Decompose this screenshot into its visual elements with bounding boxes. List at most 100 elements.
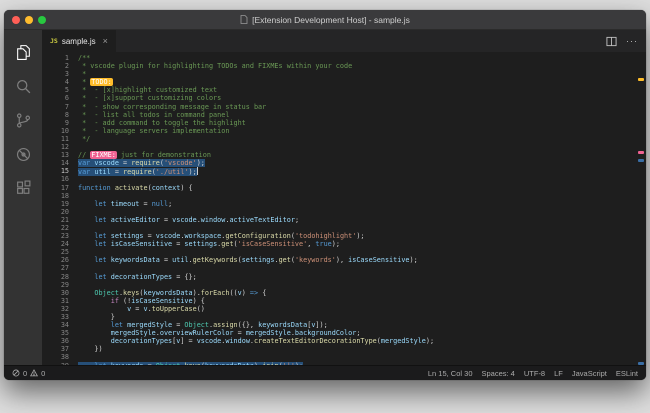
line-number: 7: [64, 102, 69, 111]
code-line[interactable]: 25: [42, 248, 646, 256]
line-number: 13: [60, 151, 69, 160]
code-line[interactable]: 2 * vscode plugin for highlighting TODOs…: [42, 62, 646, 70]
code-line[interactable]: 35 mergedStyle.overviewRulerColor = merg…: [42, 329, 646, 337]
line-number: 14: [60, 159, 69, 168]
code-line[interactable]: 21 let activeEditor = vscode.window.acti…: [42, 216, 646, 224]
code-line[interactable]: 18: [42, 192, 646, 200]
zoom-window-button[interactable]: [38, 15, 46, 24]
tab-label: sample.js: [61, 36, 96, 46]
status-item-eol[interactable]: LF: [554, 369, 563, 378]
code-line[interactable]: 27: [42, 264, 646, 272]
code-line[interactable]: 1 /**: [42, 54, 646, 62]
ruler-mark: [638, 151, 644, 155]
line-number: 36: [60, 337, 69, 346]
code-line[interactable]: 32 v = v.toUpperCase(): [42, 305, 646, 313]
code-line[interactable]: 12: [42, 143, 646, 151]
activity-explorer[interactable]: [10, 40, 36, 64]
code-line[interactable]: 26 let keywordsData = util.getKeywords(s…: [42, 256, 646, 264]
code-line[interactable]: 8 * - list all todos in command panel: [42, 111, 646, 119]
code-line[interactable]: 36 decorationTypes[v] = vscode.window.cr…: [42, 337, 646, 345]
code-line[interactable]: 14 var vscode = require('vscode');: [42, 159, 646, 168]
code-line[interactable]: 30 Object.keys(keywordsData).forEach((v)…: [42, 289, 646, 297]
javascript-file-icon: JS: [50, 37, 58, 45]
code-line[interactable]: 31 if (!isCaseSensitive) {: [42, 297, 646, 305]
line-number: 28: [60, 272, 69, 281]
code-line[interactable]: 34 let mergedStyle = Object.assign({}, k…: [42, 321, 646, 329]
code-line[interactable]: 9 * - add command to toggle the highligh…: [42, 119, 646, 127]
code-line[interactable]: 5 * - [x]highlight customized text: [42, 86, 646, 94]
line-number: 33: [60, 313, 69, 321]
window-controls: [12, 15, 46, 24]
title-bar[interactable]: [Extension Development Host] - sample.js: [4, 10, 646, 30]
code-line[interactable]: 10 * - language servers implementation: [42, 127, 646, 135]
extensions-icon: [16, 179, 30, 194]
code-line[interactable]: 29: [42, 281, 646, 289]
code-line[interactable]: 15 var util = require('./util');: [42, 167, 646, 177]
code-line-text: *: [78, 70, 87, 79]
status-item-eslint-status[interactable]: ESLint: [616, 369, 638, 378]
code-line[interactable]: 23 let settings = vscode.workspace.getCo…: [42, 232, 646, 240]
code-line[interactable]: 24 let isCaseSensitive = settings.get('i…: [42, 240, 646, 248]
code-line-text: let settings = vscode.workspace.getConfi…: [94, 232, 365, 241]
line-number: 37: [60, 345, 69, 354]
code-line-text: var vscode = require('vscode');: [78, 159, 205, 168]
code-line[interactable]: 38: [42, 353, 646, 361]
code-line[interactable]: 11 */: [42, 135, 646, 143]
line-number: 39: [42, 362, 78, 365]
text-cursor: [196, 167, 198, 176]
close-window-button[interactable]: [12, 15, 20, 24]
code-line-text: [78, 175, 646, 183]
status-item-indentation[interactable]: Spaces: 4: [482, 369, 515, 378]
code-line[interactable]: 7 * - show corresponding message in stat…: [42, 103, 646, 111]
more-actions-button[interactable]: ···: [626, 36, 638, 46]
code-line[interactable]: 28 let decorationTypes = {};: [42, 273, 646, 281]
code-line[interactable]: 39 let keywords = Object.keys(keywordsDa…: [42, 361, 646, 365]
activity-source-control[interactable]: [10, 108, 36, 132]
search-icon: [16, 79, 30, 93]
code-line[interactable]: 3 *: [42, 70, 646, 78]
code-editor[interactable]: 1/** 2 * vscode plugin for highlighting T…: [42, 52, 646, 365]
code-line-text: */: [78, 134, 91, 143]
code-line-text: * - [x]highlight customized text: [78, 86, 218, 95]
ruler-mark: [638, 78, 644, 82]
source-control-icon: [16, 112, 30, 128]
code-line[interactable]: 19 let timeout = null;: [42, 200, 646, 208]
code-line-text: }): [78, 345, 103, 354]
line-number: 2: [64, 62, 69, 71]
status-item-encoding[interactable]: UTF-8: [524, 369, 545, 378]
activity-search[interactable]: [10, 74, 36, 98]
tab-sample-js[interactable]: JS sample.js ×: [42, 30, 117, 52]
line-number: 1: [64, 54, 69, 62]
code-line-text: mergedStyle.overviewRulerColor = mergedS…: [110, 329, 361, 338]
line-number: 22: [60, 223, 69, 232]
close-tab-button[interactable]: ×: [103, 36, 108, 46]
code-line[interactable]: 17 function activate(context) {: [42, 184, 646, 192]
window-title: [Extension Development Host] - sample.js: [4, 15, 646, 25]
code-line-text: let timeout = null;: [94, 199, 173, 208]
status-item-language-mode[interactable]: JavaScript: [572, 369, 607, 378]
overview-ruler[interactable]: [636, 52, 646, 365]
code-line[interactable]: 6 * - [x]support customizing colors: [42, 94, 646, 102]
code-line[interactable]: 13 // FIXME: just for demonstration: [42, 151, 646, 160]
line-number: 11: [60, 134, 69, 143]
code-line-text: // FIXME: just for demonstration: [78, 151, 211, 160]
problems-indicator[interactable]: 0 0: [12, 369, 45, 378]
code-line[interactable]: 33 }: [42, 313, 646, 321]
code-line[interactable]: 4 * TODO:: [42, 78, 646, 87]
code-line[interactable]: 22: [42, 224, 646, 232]
line-number: 18: [60, 191, 69, 200]
line-number: 4: [64, 78, 69, 87]
code-line[interactable]: 16: [42, 175, 646, 183]
split-editor-button[interactable]: [606, 36, 617, 47]
status-item-cursor-position[interactable]: Ln 15, Col 30: [428, 369, 473, 378]
activity-debug[interactable]: [10, 142, 36, 166]
code-line[interactable]: 20: [42, 208, 646, 216]
status-bar-left: 0 0: [12, 369, 45, 378]
line-number: 5: [64, 86, 69, 95]
code-line[interactable]: 37 }): [42, 345, 646, 353]
line-number: 38: [60, 353, 69, 362]
line-number: 10: [60, 126, 69, 135]
minimize-window-button[interactable]: [25, 15, 33, 24]
activity-extensions[interactable]: [10, 176, 36, 200]
code-line-text: if (!isCaseSensitive) {: [110, 296, 205, 305]
